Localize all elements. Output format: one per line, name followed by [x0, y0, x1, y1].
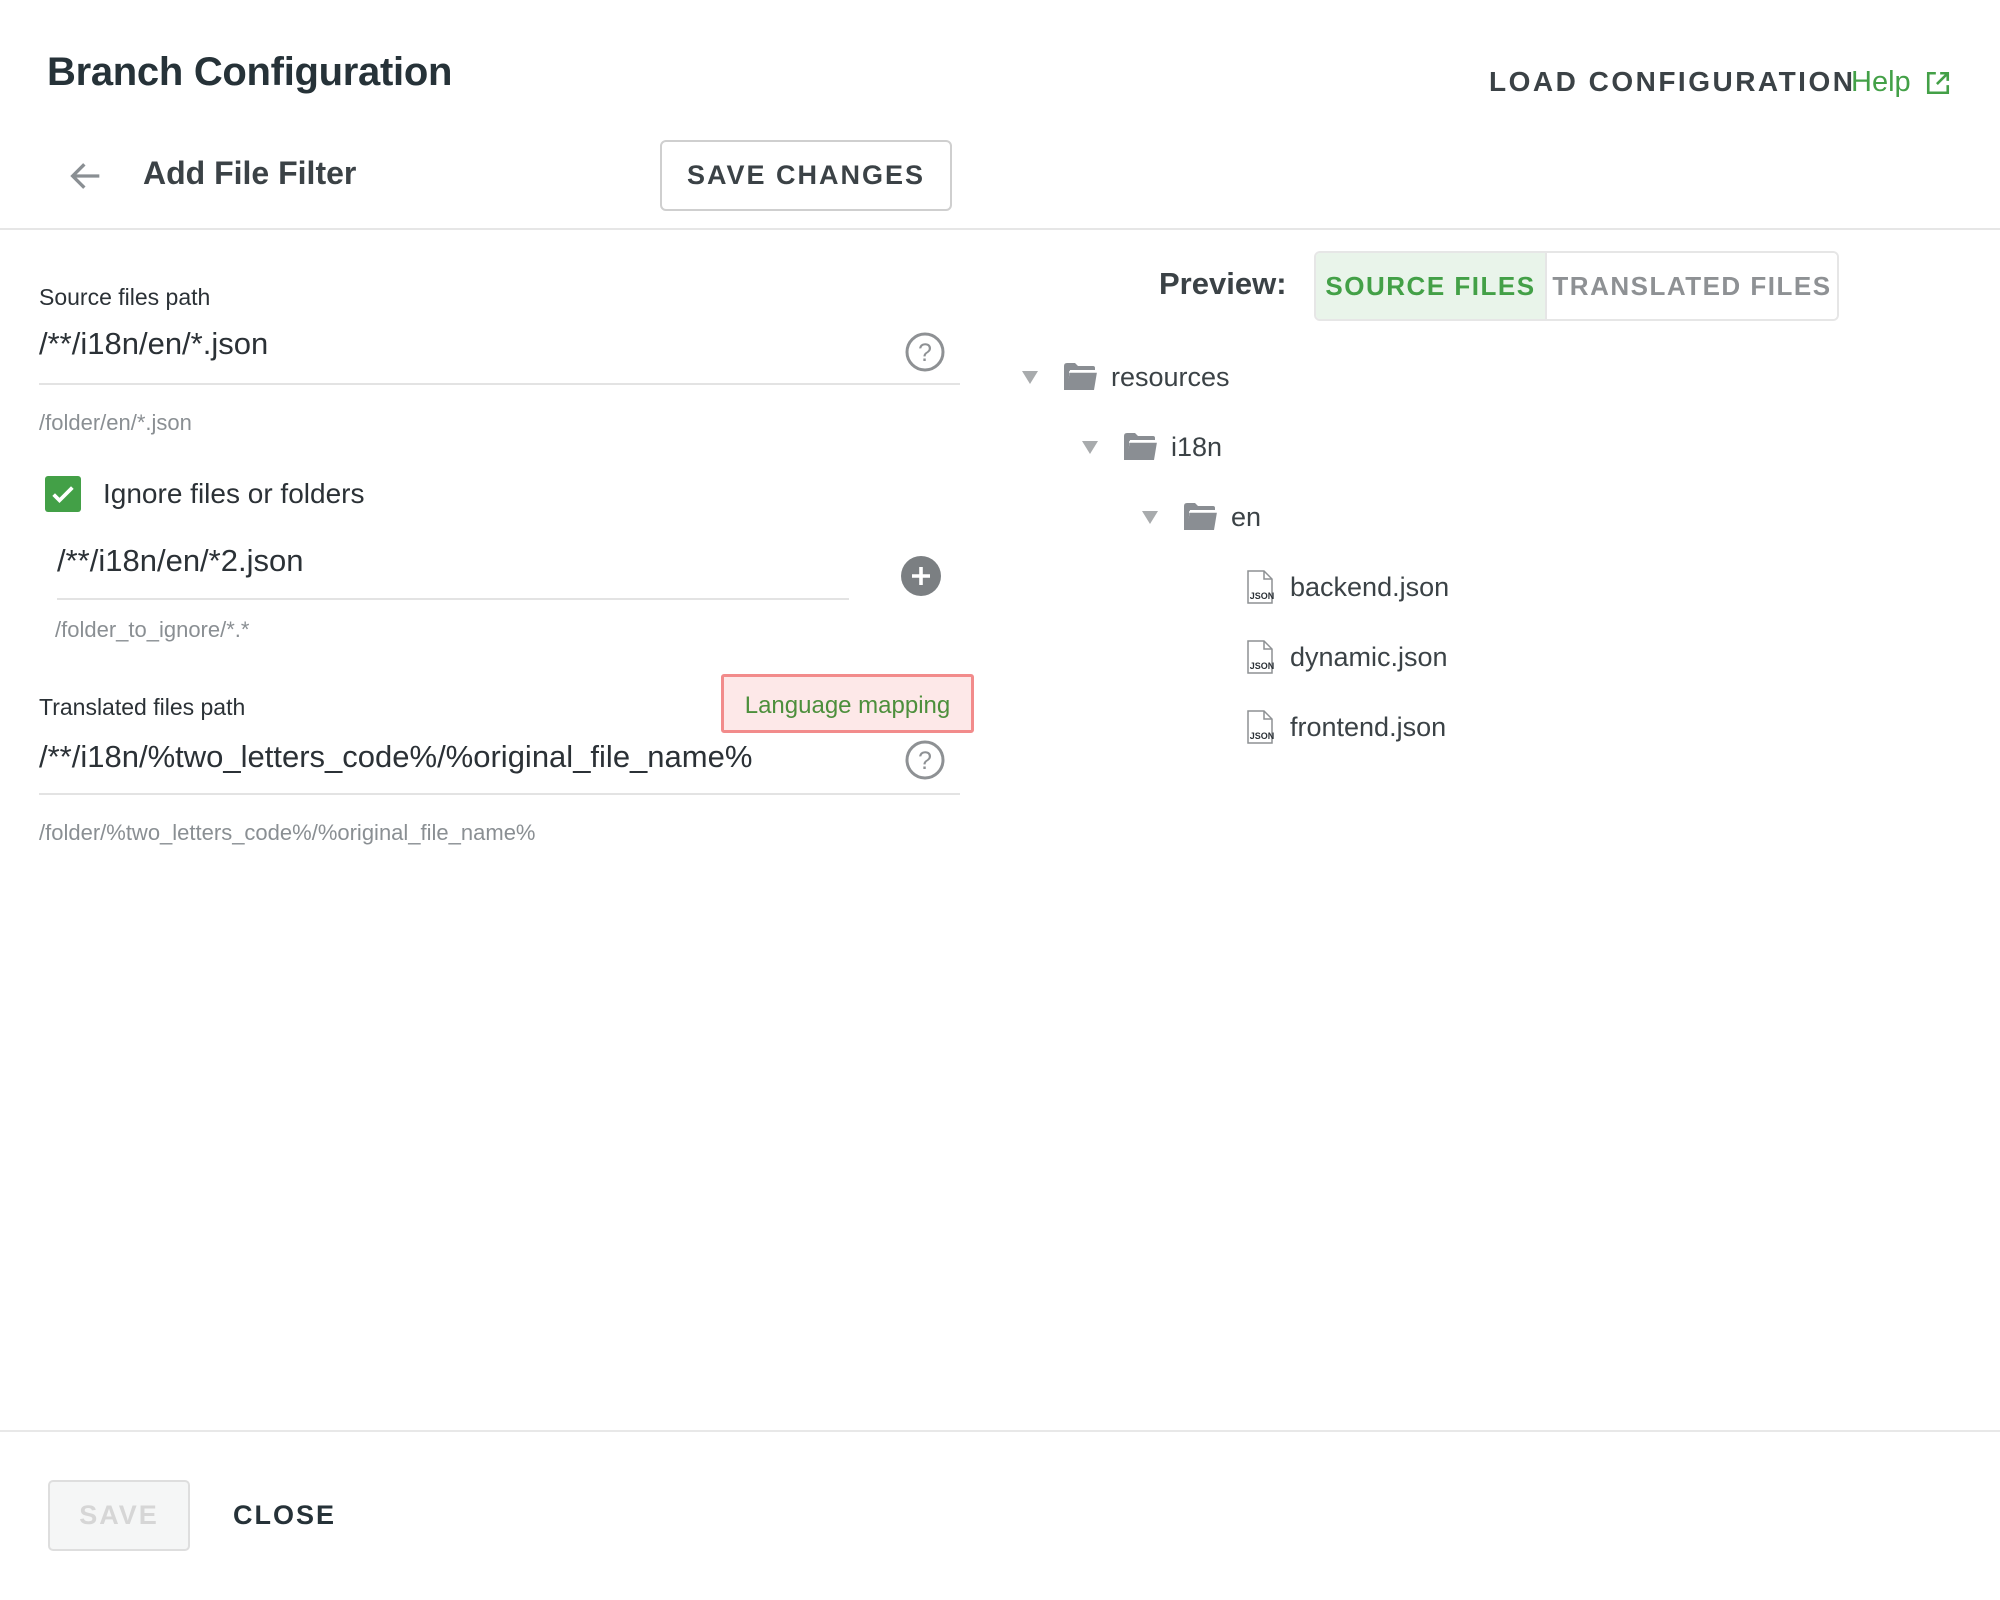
source-path-input[interactable]: /**/i18n/en/*.json [39, 326, 960, 384]
arrow-left-icon [70, 163, 100, 189]
svg-text:JSON: JSON [1250, 591, 1275, 601]
dialog-title: Branch Configuration [47, 50, 453, 94]
ignore-path-input[interactable]: /**/i18n/en/*2.json [57, 543, 849, 599]
source-path-underline [39, 383, 960, 385]
header-divider [0, 228, 2000, 230]
tree-item-label: backend.json [1290, 571, 1450, 602]
back-button[interactable] [66, 156, 106, 196]
folder-open-icon [1184, 503, 1217, 530]
folder-open-icon [1064, 363, 1097, 390]
svg-text:JSON: JSON [1250, 661, 1275, 671]
caret-down-icon[interactable] [1020, 369, 1040, 385]
tree-item-folder[interactable]: i18n [1080, 427, 1222, 467]
tab-translated-files[interactable]: TRANSLATED FILES [1547, 253, 1837, 319]
ignore-path-underline [57, 598, 849, 600]
add-ignore-path-icon[interactable] [900, 555, 942, 597]
caret-down-icon[interactable] [1080, 439, 1100, 455]
preview-toggle: SOURCE FILES TRANSLATED FILES [1314, 251, 1839, 321]
subpage-title: Add File Filter [143, 155, 357, 191]
svg-text:JSON: JSON [1250, 731, 1275, 741]
caret-down-icon[interactable] [1140, 509, 1160, 525]
save-changes-button[interactable]: SAVE CHANGES [660, 140, 952, 211]
tree-item-folder[interactable]: en [1140, 497, 1261, 537]
external-link-icon [1926, 71, 1949, 94]
source-path-label: Source files path [39, 284, 211, 310]
tree-item-folder[interactable]: resources [1020, 357, 1230, 397]
source-path-value: /**/i18n/en/*.json [39, 326, 269, 361]
ignore-path-hint: /folder_to_ignore/*.* [55, 617, 250, 642]
tree-item-file[interactable]: JSON backend.json [1246, 567, 1449, 607]
translated-path-underline [39, 793, 960, 795]
source-path-hint: /folder/en/*.json [39, 410, 192, 435]
language-mapping-link[interactable]: Language mapping [721, 674, 974, 733]
tree-item-file[interactable]: JSON dynamic.json [1246, 637, 1448, 677]
json-file-icon: JSON [1247, 640, 1275, 674]
svg-text:?: ? [918, 747, 932, 775]
translated-path-input[interactable]: /**/i18n/%two_letters_code%/%original_fi… [39, 739, 960, 794]
tree-item-label: en [1231, 501, 1262, 532]
folder-open-icon [1124, 433, 1157, 460]
tab-source-files[interactable]: SOURCE FILES [1316, 253, 1547, 319]
checkmark-icon [52, 486, 74, 504]
close-button[interactable]: CLOSE [233, 1500, 336, 1531]
tree-item-label: frontend.json [1290, 711, 1447, 742]
json-file-icon: JSON [1247, 570, 1275, 604]
save-button[interactable]: SAVE [48, 1480, 190, 1551]
translated-path-help-icon[interactable]: ? [904, 739, 946, 781]
help-link[interactable]: Help [1851, 66, 1951, 99]
translated-path-value: /**/i18n/%two_letters_code%/%original_fi… [39, 739, 753, 774]
load-configuration-button[interactable]: LOAD CONFIGURATION [1489, 66, 1855, 98]
translated-path-label: Translated files path [39, 694, 246, 720]
help-link-label: Help [1851, 66, 1911, 98]
ignore-files-checkbox[interactable] [45, 476, 81, 512]
ignore-path-value: /**/i18n/en/*2.json [57, 543, 304, 578]
source-path-help-icon[interactable]: ? [904, 331, 946, 373]
json-file-icon: JSON [1247, 710, 1275, 744]
tree-item-label: i18n [1171, 431, 1223, 462]
footer-divider [0, 1430, 2000, 1432]
tree-item-label: dynamic.json [1290, 641, 1448, 672]
translated-path-hint: /folder/%two_letters_code%/%original_fil… [39, 820, 536, 845]
svg-text:?: ? [918, 339, 932, 367]
ignore-files-label: Ignore files or folders [103, 478, 365, 509]
tree-item-label: resources [1111, 361, 1230, 392]
tree-item-file[interactable]: JSON frontend.json [1246, 707, 1446, 747]
preview-label: Preview: [1159, 266, 1287, 301]
